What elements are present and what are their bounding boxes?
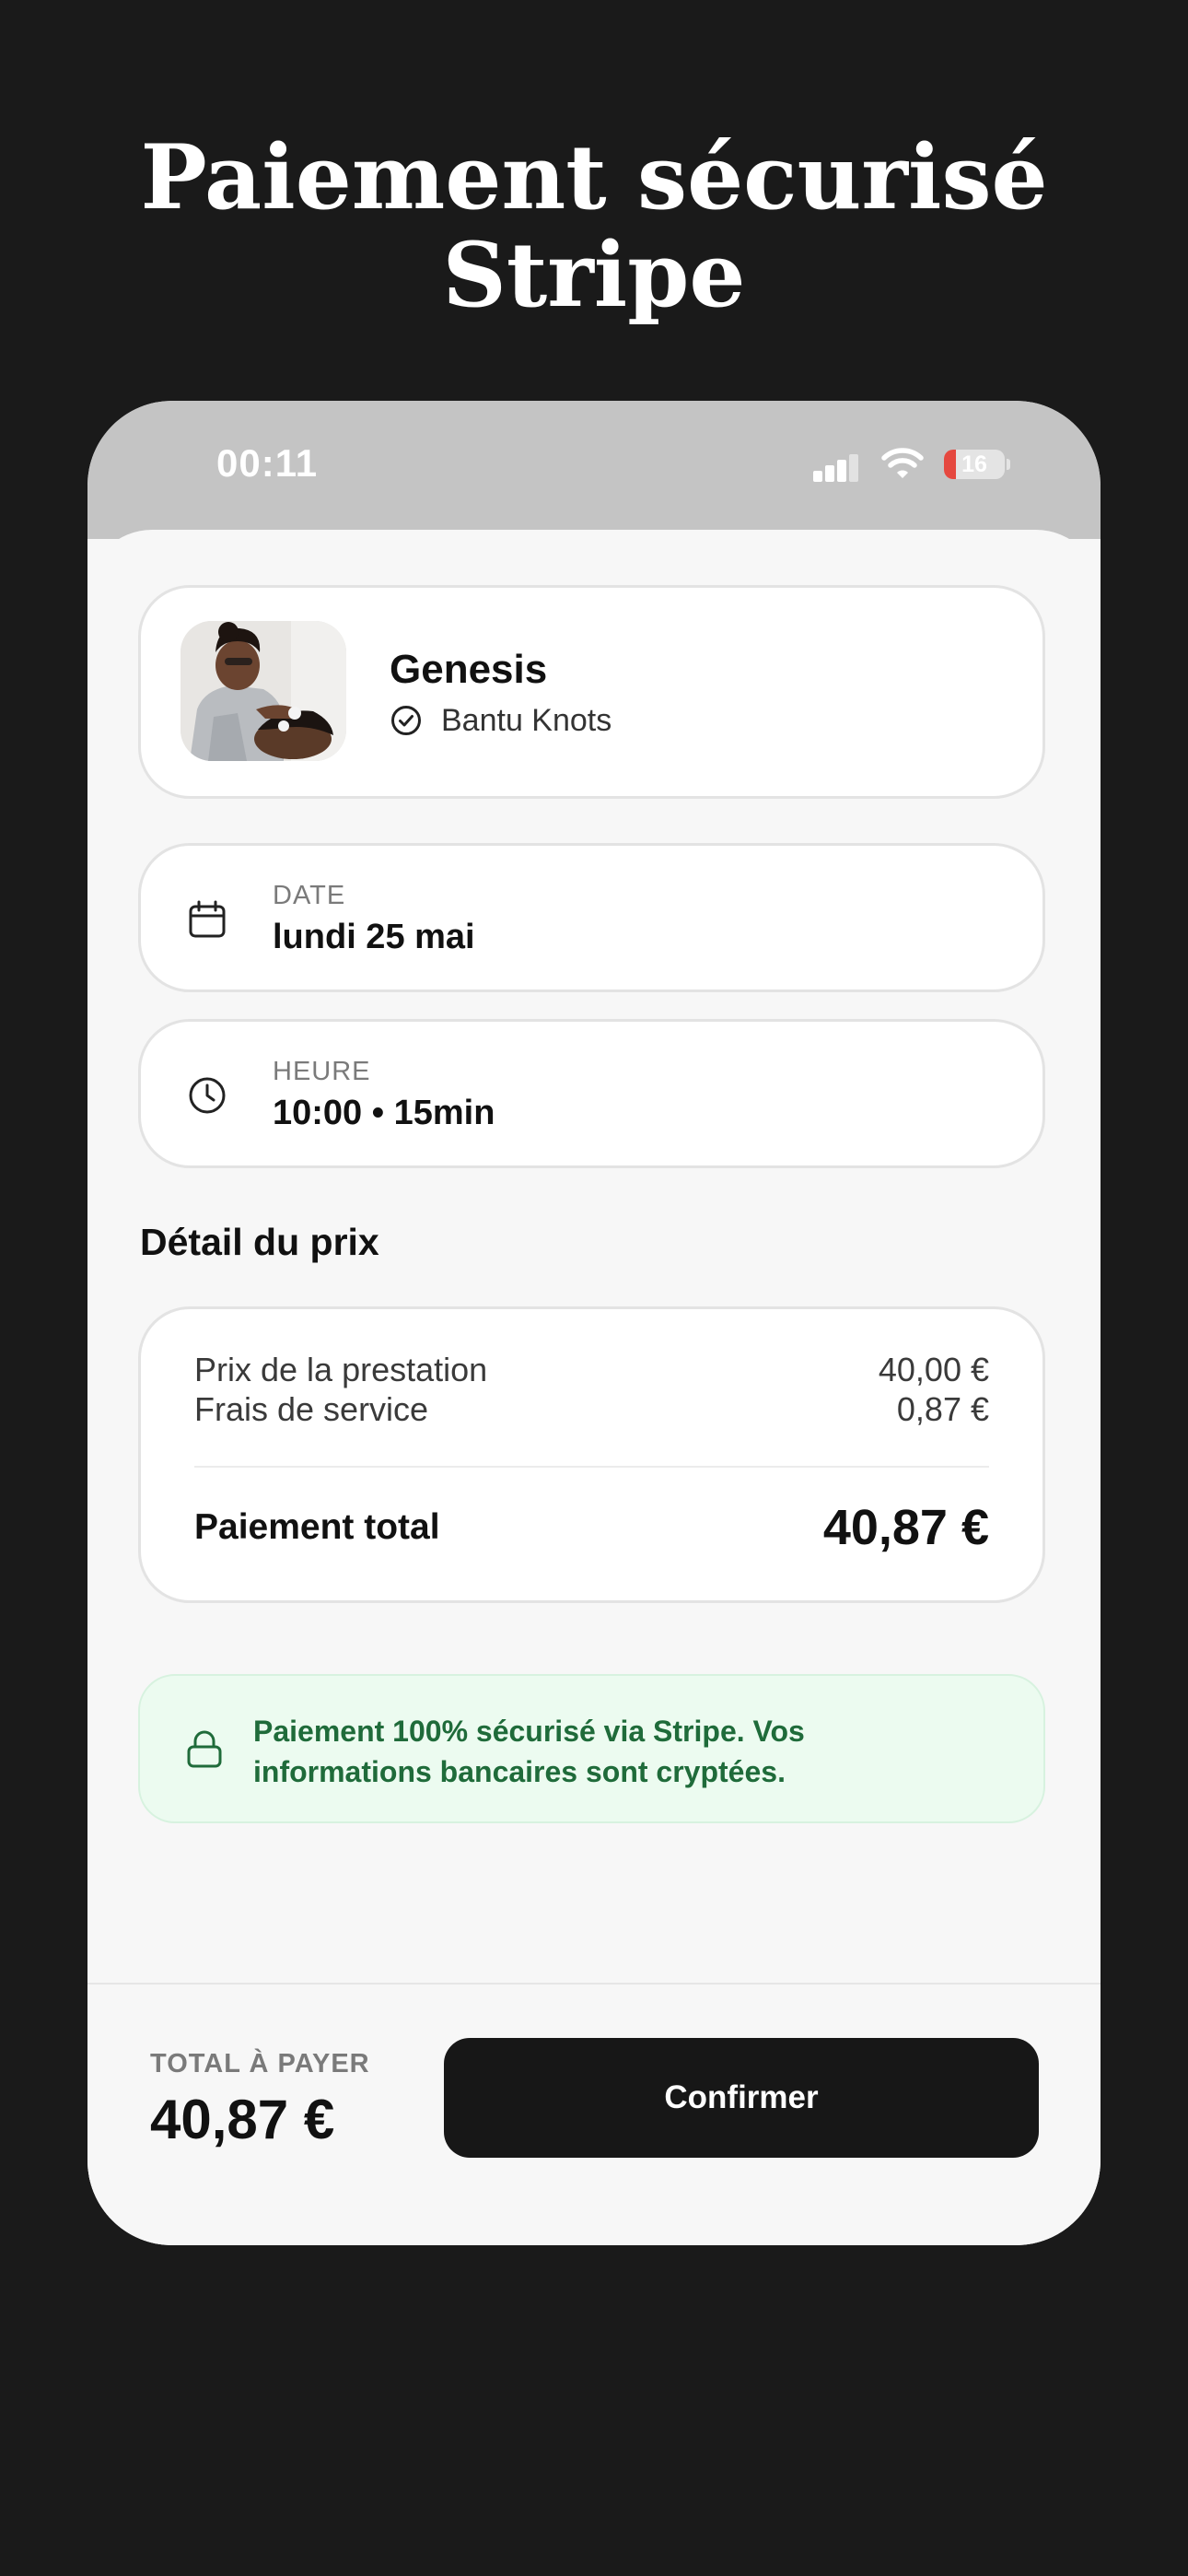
price-divider (194, 1466, 989, 1468)
calendar-icon (189, 900, 226, 938)
checkout-bar: TOTAL À PAYER 40,87 € Confirmer (87, 1983, 1101, 2245)
signal-icon (813, 454, 859, 482)
date-label: DATE (273, 881, 346, 910)
price-total-row: Paiement total 40,87 € (194, 1498, 989, 1557)
battery-nub (1007, 459, 1010, 470)
date-value: lundi 25 mai (273, 918, 475, 956)
price-row-label: Prix de la prestation (194, 1351, 488, 1388)
price-row-value: 40,00 € (878, 1351, 989, 1388)
service-name: Bantu Knots (441, 702, 612, 738)
time-label: HEURE (273, 1057, 371, 1086)
provider-avatar (181, 621, 346, 761)
price-row: Prix de la prestation 40,00 € (194, 1350, 989, 1390)
wifi-icon (881, 448, 924, 478)
confirm-button[interactable]: Confirmer (444, 2038, 1039, 2158)
price-row-label: Frais de service (194, 1390, 429, 1428)
date-card[interactable]: DATE lundi 25 mai (138, 843, 1045, 992)
check-circle-icon (391, 706, 421, 735)
price-detail-title: Détail du prix (140, 1221, 379, 1263)
provider-card: Genesis Bantu Knots (138, 585, 1045, 799)
footer-total-value: 40,87 € (150, 2089, 335, 2150)
price-total-label: Paiement total (194, 1507, 440, 1547)
status-bar: 00:11 16 (87, 401, 1101, 539)
phone-screen: 00:11 16 Genesis Bantu Knots DATE lundi … (87, 401, 1101, 2245)
time-value: 10:00 • 15min (273, 1094, 495, 1132)
service-row: Bantu Knots (390, 700, 611, 741)
provider-name: Genesis (390, 647, 548, 692)
provider-photo (181, 621, 346, 761)
marketing-headline: Paiement sécurisé Stripe (0, 129, 1188, 324)
price-detail-card: Prix de la prestation 40,00 € Frais de s… (138, 1306, 1045, 1603)
security-notice-text: Paiement 100% sécurisé via Stripe. Vos i… (253, 1715, 805, 1788)
battery-level: 16 (961, 451, 987, 477)
security-notice: Paiement 100% sécurisé via Stripe. Vos i… (138, 1674, 1045, 1823)
headline-line-1: Paiement sécurisé (140, 125, 1048, 229)
price-row: Frais de service 0,87 € (194, 1389, 989, 1430)
price-row-value: 0,87 € (896, 1390, 989, 1428)
price-total-value: 40,87 € (822, 1500, 989, 1555)
headline-line-2: Stripe (442, 223, 746, 327)
footer-total-label: TOTAL À PAYER (150, 2049, 370, 2078)
battery-icon: 16 (944, 450, 1005, 479)
lock-icon (187, 1730, 222, 1768)
time-card[interactable]: HEURE 10:00 • 15min (138, 1019, 1045, 1168)
status-time: 00:11 (216, 441, 319, 485)
clock-icon (189, 1077, 226, 1114)
